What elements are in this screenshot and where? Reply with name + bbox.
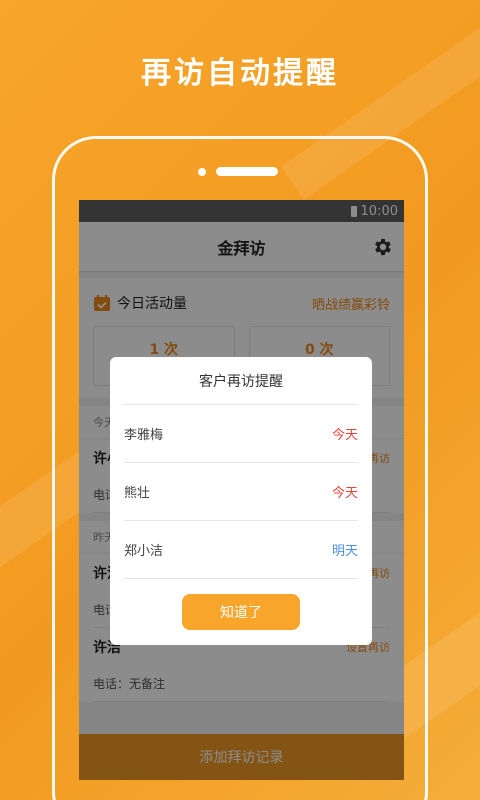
phone-screen: 10:00 金拜访 今日活动量 晒战绩赢彩铃 1 次 0 次 今天 许小 再访: [79, 200, 404, 780]
revisit-reminder-dialog: 客户再访提醒 李雅梅 今天 熊壮 今天 郑小洁 明天 知道了: [110, 357, 372, 645]
reminder-when: 今天: [331, 428, 358, 443]
reminder-name: 郑小洁: [124, 544, 164, 559]
dialog-title: 客户再访提醒: [124, 357, 358, 405]
camera-dot: [198, 168, 206, 176]
reminder-row[interactable]: 熊壮 今天: [124, 463, 358, 521]
reminder-row[interactable]: 李雅梅 今天: [124, 405, 358, 463]
reminder-row[interactable]: 郑小洁 明天: [124, 521, 358, 579]
reminder-name: 熊壮: [124, 486, 151, 501]
reminder-when: 今天: [331, 486, 358, 501]
reminder-name: 李雅梅: [124, 428, 164, 443]
reminder-when: 明天: [331, 544, 358, 559]
confirm-button[interactable]: 知道了: [182, 594, 300, 630]
speaker-grille: [216, 167, 278, 176]
promo-headline: 再访自动提醒: [141, 56, 339, 91]
